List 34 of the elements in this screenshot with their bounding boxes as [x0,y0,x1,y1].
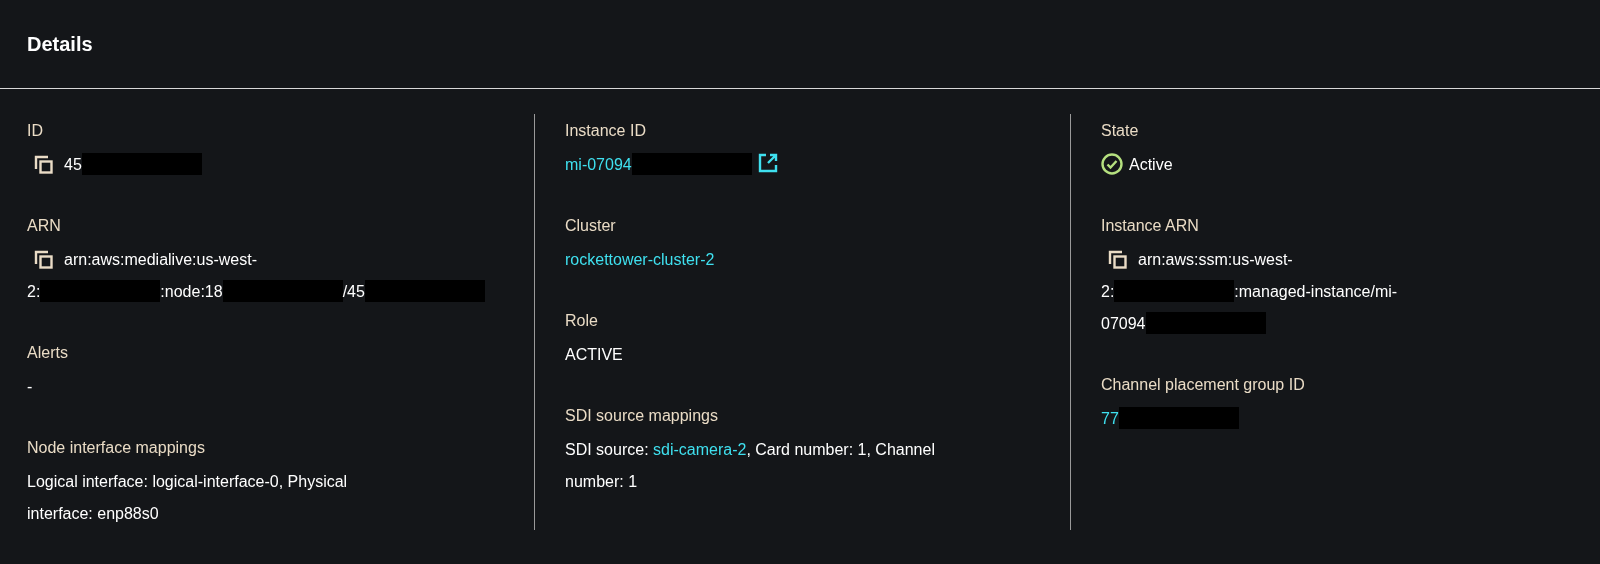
field-value: 07094 [1101,308,1266,340]
field-label: Instance ARN [1101,216,1199,236]
field-value: 45 [64,149,202,181]
status-text: Active [1129,156,1173,173]
copy-icon[interactable] [1107,249,1129,271]
field-label: Instance ID [565,121,646,141]
external-link[interactable]: mi-07094 [565,149,1043,181]
field-label: Channel placement group ID [1101,375,1305,395]
field-value: arn:aws:medialive:us-west- [64,250,257,270]
field-value: SDI source: sdi-camera-2, Card number: 1, Channel [565,440,935,460]
field-label: Cluster [565,216,616,236]
field-label: SDI source mappings [565,406,718,426]
copy-icon[interactable] [33,154,55,176]
field-label: Role [565,311,598,331]
field-value: number: 1 [565,472,638,492]
field-value: arn:aws:ssm:us-west- [1138,250,1293,270]
field-value: 2: :node:18 /45 [27,276,485,308]
field-value: Logical interface: logical-interface-0, Physical [27,472,348,492]
field-label: State [1101,121,1139,141]
panel-title: Details [27,32,93,56]
field-value: ACTIVE [565,345,623,365]
field-value: 2: :managed-instance/mi- [1101,276,1398,308]
link[interactable]: 77 [1101,410,1119,427]
field-label: ARN [27,216,61,236]
link[interactable]: sdi-camera-2 [653,441,747,458]
external-link-icon [757,153,778,173]
field-value: interface: enp88s0 [27,504,159,524]
field-label: Alerts [27,343,68,363]
copy-icon[interactable] [33,249,55,271]
link[interactable]: rockettower-cluster-2 [565,251,715,268]
field-value: - [27,377,33,397]
field-label: Node interface mappings [27,438,205,458]
field-label: ID [27,121,43,141]
check-circle-icon [1101,153,1123,175]
